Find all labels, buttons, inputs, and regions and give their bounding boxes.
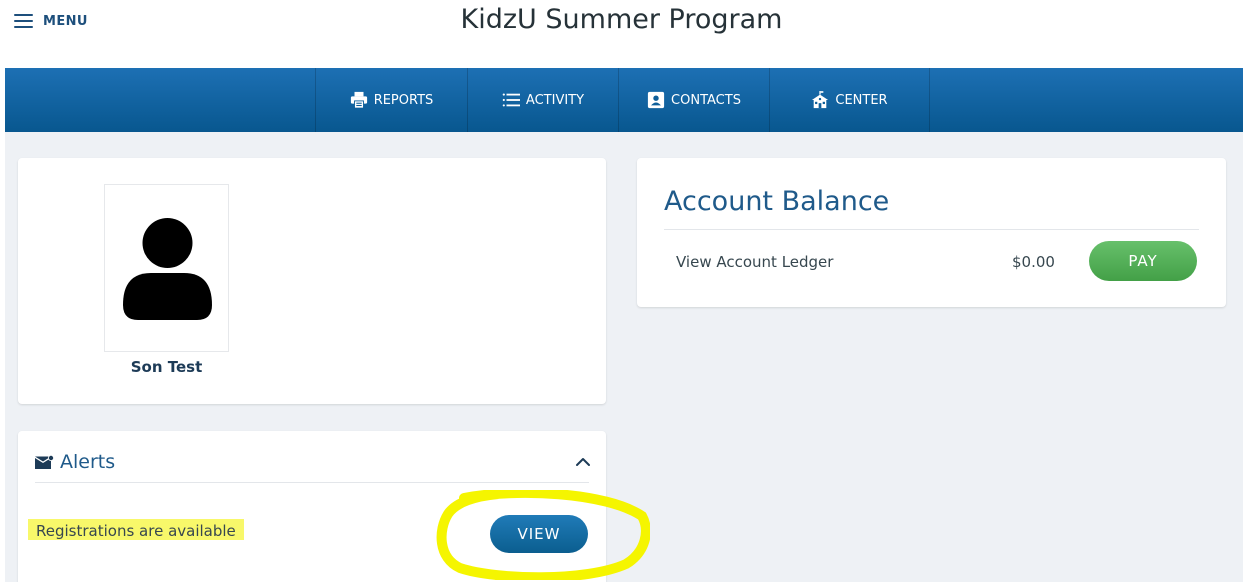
pay-button[interactable]: PAY <box>1089 241 1197 281</box>
contact-card-icon <box>647 91 665 109</box>
child-name[interactable]: Son Test <box>104 358 229 376</box>
nav-item-reports[interactable]: REPORTS <box>315 68 468 132</box>
divider <box>664 229 1199 230</box>
envelope-alert-icon <box>35 455 54 469</box>
nav-item-contacts[interactable]: CONTACTS <box>619 68 770 132</box>
nav-item-label: ACTIVITY <box>525 92 585 108</box>
alerts-title: Alerts <box>60 451 116 473</box>
divider <box>35 482 589 483</box>
page-title: KidzU Summer Program <box>460 4 783 35</box>
view-account-ledger-link[interactable]: View Account Ledger <box>676 253 833 271</box>
nav-item-activity[interactable]: ACTIVITY <box>468 68 619 132</box>
nav-item-label: CONTACTS <box>671 92 741 108</box>
alert-item: Registrations are available <box>28 519 244 540</box>
nav-item-label: CENTER <box>835 92 888 108</box>
schoolhouse-icon <box>812 91 829 109</box>
balance-amount: $0.00 <box>1012 253 1055 271</box>
avatar[interactable] <box>104 184 229 352</box>
main-content: Son Test Account Balance View Account Le… <box>5 132 1243 582</box>
alert-message: Registrations are available <box>36 522 236 540</box>
alerts-header: Alerts <box>35 451 115 473</box>
person-silhouette-icon <box>123 218 212 320</box>
top-header: MENU KidzU Summer Program <box>0 0 1243 68</box>
chevron-up-icon[interactable] <box>574 453 592 471</box>
list-icon <box>502 93 520 107</box>
account-balance-card: Account Balance View Account Ledger $0.0… <box>637 158 1226 307</box>
nav-item-label: REPORTS <box>373 92 434 108</box>
view-button[interactable]: VIEW <box>490 515 588 553</box>
printer-icon <box>350 91 367 109</box>
nav-item-center[interactable]: CENTER <box>770 68 930 132</box>
account-balance-title: Account Balance <box>664 186 890 217</box>
child-profile-card: Son Test <box>18 158 606 404</box>
alerts-card: Alerts Registrations are available VIEW <box>18 431 606 582</box>
top-nav: REPORTS ACTIVITY CONTACTS CENTER <box>5 68 1243 132</box>
page: MENU KidzU Summer Program REPORTS ACTIVI… <box>0 0 1243 582</box>
